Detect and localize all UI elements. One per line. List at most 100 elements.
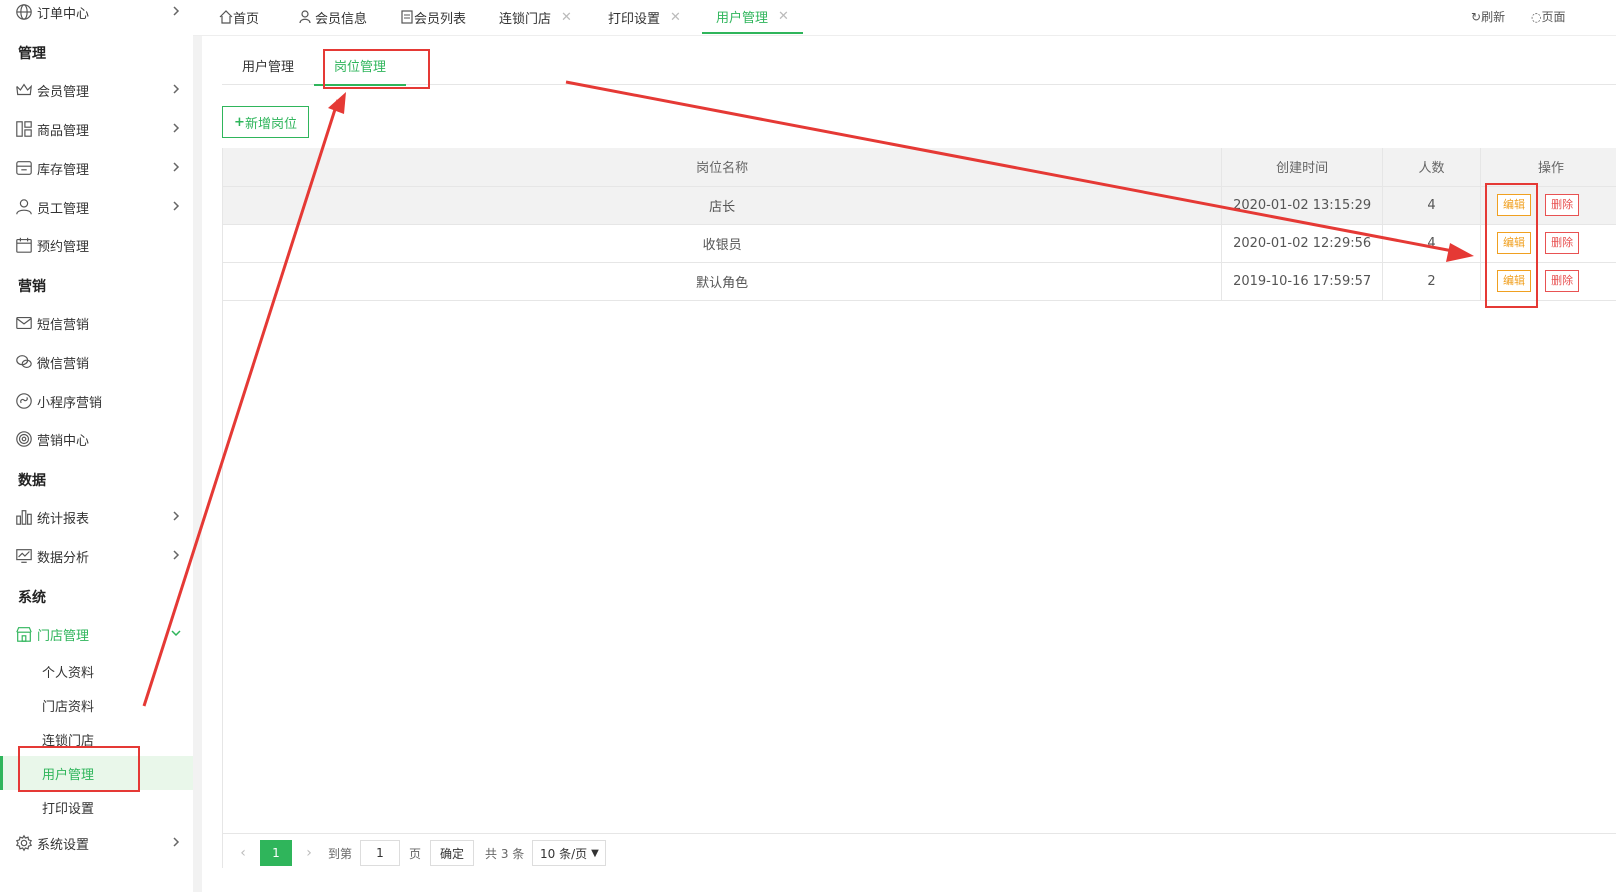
sidebar-item-reports[interactable]: 统计报表 — [0, 499, 193, 535]
sidebar-item-sms[interactable]: 短信营销 — [0, 305, 193, 341]
cell-position-name: 默认角色 — [221, 262, 1223, 301]
group-title-system: 系统 — [18, 590, 46, 606]
cell-actions: 编辑 删除 — [1480, 224, 1616, 263]
plus-icon: + — [234, 114, 245, 130]
col-header-actions: 操作 — [1480, 148, 1616, 187]
sidebar-item-marketing-center[interactable]: 营销中心 — [0, 421, 193, 457]
tab-member-info[interactable]: 会员信息 — [299, 0, 367, 34]
chevron-right-icon — [173, 550, 180, 560]
cell-count: 4 — [1382, 224, 1481, 263]
tab-print-settings[interactable]: 打印设置 ✕ — [608, 0, 681, 34]
sidebar-item-store[interactable]: 门店管理 — [0, 616, 193, 652]
table-row[interactable]: 默认角色 2019-10-16 17:59:57 2 编辑 删除 — [221, 262, 1616, 301]
col-header-count[interactable]: 人数 — [1382, 148, 1481, 187]
pager-divider — [222, 833, 1616, 834]
wechat-icon — [14, 352, 34, 372]
tab-home[interactable]: 首页 — [219, 0, 259, 34]
refresh-button[interactable]: ↻刷新 — [1471, 8, 1505, 25]
group-title-data: 数据 — [18, 473, 46, 489]
main-content: 用户管理 岗位管理 + 新增岗位 岗位名称 创建时间 人数 操作 店长 2020-… — [202, 36, 1616, 892]
page-icon: ◌ — [1531, 10, 1542, 24]
top-tab-bar: 首页 会员信息 会员列表 连锁门店 ✕ 打印设置 ✕ 用户管理 ✕ ↻刷新 ◌页… — [193, 0, 1616, 36]
sidebar-subitem-chain-stores[interactable]: 连锁门店 — [0, 722, 193, 756]
col-header-created[interactable]: 创建时间 — [1221, 148, 1384, 187]
subtab-active-indicator — [314, 84, 406, 86]
sidebar-subitem-profile[interactable]: 个人资料 — [0, 654, 193, 688]
delete-button[interactable]: 删除 — [1545, 270, 1580, 292]
sidebar-item-orders[interactable]: 订单中心 — [0, 0, 193, 30]
sidebar-item-staff[interactable]: 员工管理 — [0, 189, 193, 225]
sidebar-item-label: 数据分析 — [37, 550, 90, 566]
goto-label: 到第 — [328, 846, 353, 861]
chevron-down-icon — [171, 630, 181, 637]
edit-button[interactable]: 编辑 — [1497, 194, 1531, 216]
sidebar-item-wechat[interactable]: 微信营销 — [0, 344, 193, 380]
sidebar-item-members[interactable]: 会员管理 — [0, 72, 193, 108]
page-size-value: 10 条/页 — [540, 846, 588, 861]
tab-label: 首页 — [233, 11, 260, 27]
table-row[interactable]: 收银员 2020-01-02 12:29:56 4 编辑 删除 — [221, 224, 1616, 263]
table-row[interactable]: 店长 2020-01-02 13:15:29 4 编辑 删除 — [221, 186, 1616, 225]
sidebar-item-miniprogram[interactable]: 小程序营销 — [0, 383, 193, 419]
edit-button[interactable]: 编辑 — [1497, 270, 1531, 292]
positions-table: 岗位名称 创建时间 人数 操作 店长 2020-01-02 13:15:29 4… — [221, 148, 1616, 301]
sidebar-item-label: 库存管理 — [37, 162, 90, 178]
grid-icon — [14, 119, 34, 139]
cell-count: 4 — [1382, 186, 1481, 225]
sidebar-subitem-store-info[interactable]: 门店资料 — [0, 688, 193, 722]
mail-icon — [14, 313, 34, 333]
sidebar-item-label: 预约管理 — [37, 239, 90, 255]
cell-count: 2 — [1382, 262, 1481, 301]
goto-confirm-button[interactable]: 确定 — [430, 840, 474, 866]
refresh-icon: ↻ — [1471, 10, 1482, 24]
home-icon — [219, 10, 233, 24]
cell-actions: 编辑 删除 — [1480, 186, 1616, 225]
sidebar-item-inventory[interactable]: 库存管理 — [0, 150, 193, 186]
user-icon — [14, 197, 34, 217]
page-label: 页面 — [1541, 10, 1566, 24]
sidebar-item-label: 营销中心 — [37, 433, 90, 449]
sidebar-item-label: 门店管理 — [37, 628, 90, 644]
subtab-position-management[interactable]: 岗位管理 — [334, 56, 386, 75]
sidebar-item-label: 短信营销 — [37, 317, 90, 333]
close-icon[interactable]: ✕ — [778, 9, 789, 24]
next-page-button[interactable]: › — [298, 840, 320, 866]
sidebar-subitem-print-settings[interactable]: 打印设置 — [0, 790, 193, 824]
page-size-select[interactable]: 10 条/页 ▼ — [532, 840, 606, 866]
prev-page-button[interactable]: ‹ — [232, 840, 254, 866]
tab-user-management[interactable]: 用户管理 ✕ — [702, 0, 803, 34]
subtab-user-management[interactable]: 用户管理 — [242, 56, 294, 75]
edit-button[interactable]: 编辑 — [1497, 232, 1531, 254]
store-icon — [14, 624, 34, 644]
cell-created-time: 2020-01-02 12:29:56 — [1221, 224, 1384, 263]
sidebar-item-products[interactable]: 商品管理 — [0, 111, 193, 147]
page-number-input[interactable] — [360, 840, 400, 866]
add-position-button[interactable]: + 新增岗位 — [222, 106, 309, 138]
sidebar-item-label: 系统设置 — [37, 837, 90, 853]
tab-chain-stores[interactable]: 连锁门店 ✕ — [499, 0, 572, 34]
tab-label: 会员列表 — [414, 11, 467, 27]
sidebar-item-system-settings[interactable]: 系统设置 — [0, 825, 193, 861]
close-icon[interactable]: ✕ — [670, 10, 681, 25]
sidebar-item-analysis[interactable]: 数据分析 — [0, 538, 193, 574]
cell-created-time: 2020-01-02 13:15:29 — [1221, 186, 1384, 225]
target-icon — [14, 429, 34, 449]
page-menu-button[interactable]: ◌页面 — [1531, 8, 1566, 25]
chevron-right-icon — [173, 84, 180, 94]
sidebar-subitem-user-management[interactable]: 用户管理 — [0, 756, 193, 790]
col-header-name[interactable]: 岗位名称 — [221, 148, 1223, 187]
globe-icon — [14, 2, 34, 22]
close-icon[interactable]: ✕ — [561, 10, 572, 25]
sidebar-item-booking[interactable]: 预约管理 — [0, 227, 193, 263]
tab-member-list[interactable]: 会员列表 — [400, 0, 466, 34]
delete-button[interactable]: 删除 — [1545, 232, 1580, 254]
sidebar-item-label: 订单中心 — [37, 6, 90, 22]
list-icon — [401, 10, 413, 24]
gear-icon — [14, 833, 34, 853]
delete-button[interactable]: 删除 — [1545, 194, 1580, 216]
tab-label: 会员信息 — [315, 11, 368, 27]
sidebar-item-label: 员工管理 — [37, 201, 90, 217]
current-page-button[interactable]: 1 — [260, 840, 292, 866]
add-position-label: 新增岗位 — [244, 116, 297, 132]
tab-label: 用户管理 — [716, 10, 769, 26]
